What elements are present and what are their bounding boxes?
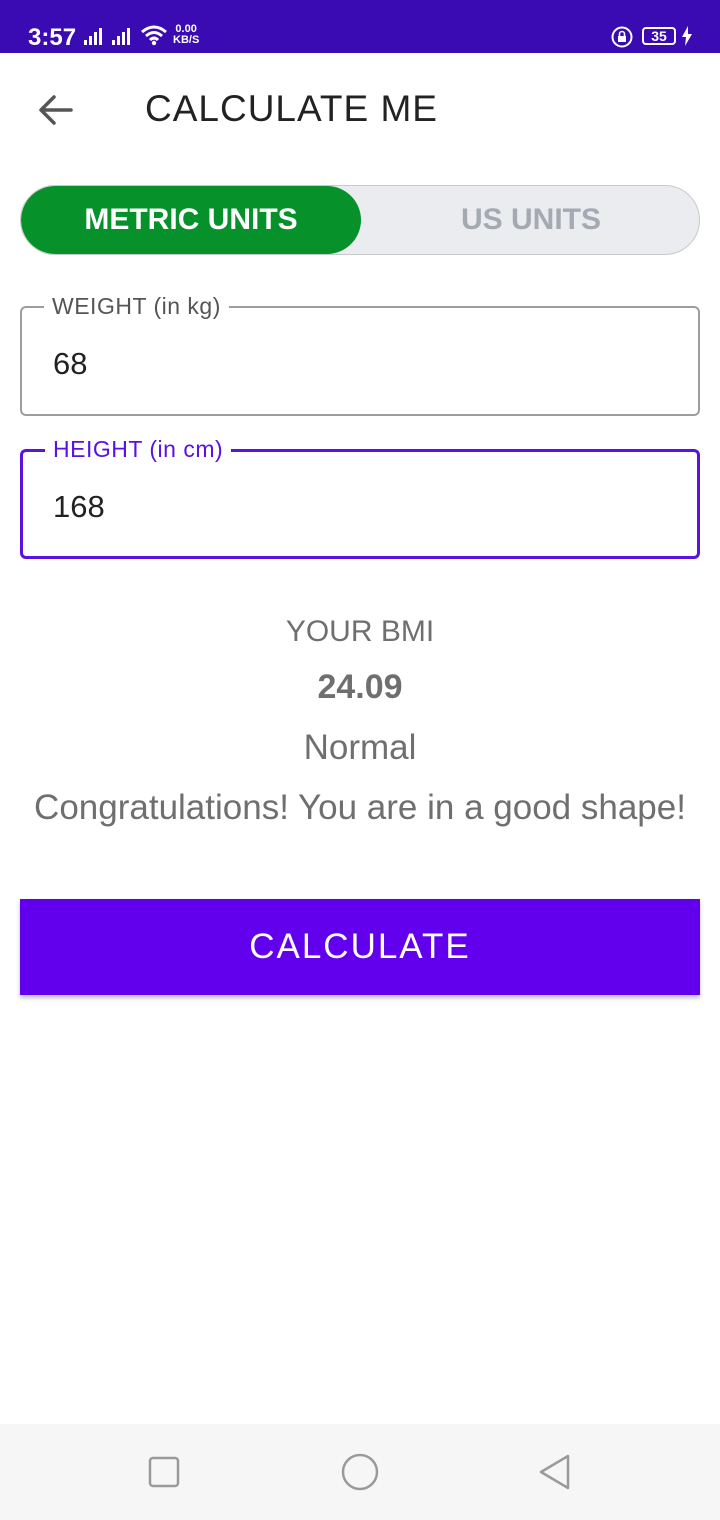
recents-button[interactable] [144,1452,184,1492]
speed-unit: KB/S [173,34,200,46]
weight-label: WEIGHT (in kg) [44,293,229,320]
height-input[interactable]: 168 [53,489,105,525]
page-title: CALCULATE ME [145,88,438,129]
height-label: HEIGHT (in cm) [45,436,232,463]
arrow-left-icon [39,95,73,125]
us-units-tab[interactable]: US UNITS [361,186,699,254]
battery-icon: 35 [642,27,676,45]
recents-square-icon [148,1456,180,1488]
home-button[interactable] [340,1452,380,1492]
network-speed: 0.00 KB/S [173,24,199,46]
signal-icon [84,27,104,45]
bmi-category: Normal [303,728,417,767]
charging-icon [682,26,692,46]
units-toggle: METRIC UNITS US UNITS [20,185,700,255]
system-nav-bar [0,1424,720,1520]
bmi-title: YOUR BMI [285,615,435,648]
status-bar: 3:57 0.00 KB/S 35 [0,0,720,53]
metric-units-tab[interactable]: METRIC UNITS [21,186,361,254]
signal-icon [112,27,132,45]
calculate-button[interactable]: CALCULATE [20,899,700,995]
status-time: 3:57 [28,24,77,51]
weight-input[interactable]: 68 [53,346,87,382]
nav-back-button[interactable] [536,1452,576,1492]
back-triangle-icon [539,1454,570,1490]
height-field[interactable]: HEIGHT (in cm) 168 [20,436,700,559]
wifi-icon [141,25,167,46]
bmi-message: Congratulations! You are in a good shape… [34,788,686,827]
back-button[interactable] [36,90,76,130]
home-circle-icon [341,1453,379,1491]
bmi-value: 24.09 [317,668,403,706]
weight-field[interactable]: WEIGHT (in kg) 68 [20,293,700,416]
rotation-lock-icon [611,26,633,48]
